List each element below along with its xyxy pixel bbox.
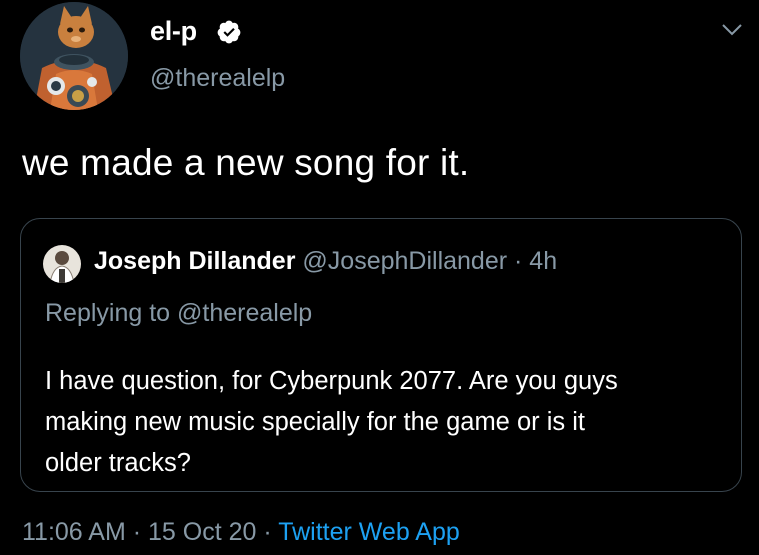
quoted-text-line: making new music specially for the game … — [45, 408, 585, 436]
chevron-down-icon[interactable] — [721, 22, 743, 38]
author-avatar[interactable] — [20, 2, 128, 110]
tweet-text: we made a new song for it. — [22, 142, 470, 183]
person-avatar-icon — [43, 245, 81, 283]
tweet-time[interactable]: 11:06 AM — [22, 518, 126, 546]
tweet-date[interactable]: 15 Oct 20 — [148, 518, 256, 546]
footer-separator: · — [132, 518, 142, 546]
cat-astronaut-avatar-icon — [20, 2, 128, 110]
footer-separator: · — [263, 518, 272, 546]
tweet-timestamp-footer: 11:06 AM · 15 Oct 20 · Twitter Web App — [22, 518, 460, 547]
quoted-text-line: I have question, for Cyberpunk 2077. Are… — [45, 367, 618, 395]
author-display-name[interactable]: el-p — [150, 16, 197, 47]
quoted-author-avatar — [43, 245, 81, 283]
meta-separator: · — [514, 247, 523, 275]
quoted-author-name[interactable]: Joseph Dillander — [94, 247, 295, 275]
quoted-author-handle[interactable]: @JosephDillander — [302, 247, 507, 275]
verified-badge-icon — [217, 20, 241, 44]
quoted-tweet-header: Joseph Dillander @JosephDillander · 4h — [94, 247, 557, 276]
quoted-tweet-age: 4h — [529, 247, 558, 275]
quoted-text-line: older tracks? — [45, 449, 191, 477]
quoted-tweet-text: I have question, for Cyberpunk 2077. Are… — [45, 361, 725, 484]
quoted-tweet-card[interactable]: Joseph Dillander @JosephDillander · 4h R… — [20, 218, 742, 492]
author-handle[interactable]: @therealelp — [150, 64, 285, 93]
replying-to-label: Replying to @therealelp — [45, 299, 313, 327]
tweet-source-link[interactable]: Twitter Web App — [278, 518, 460, 546]
